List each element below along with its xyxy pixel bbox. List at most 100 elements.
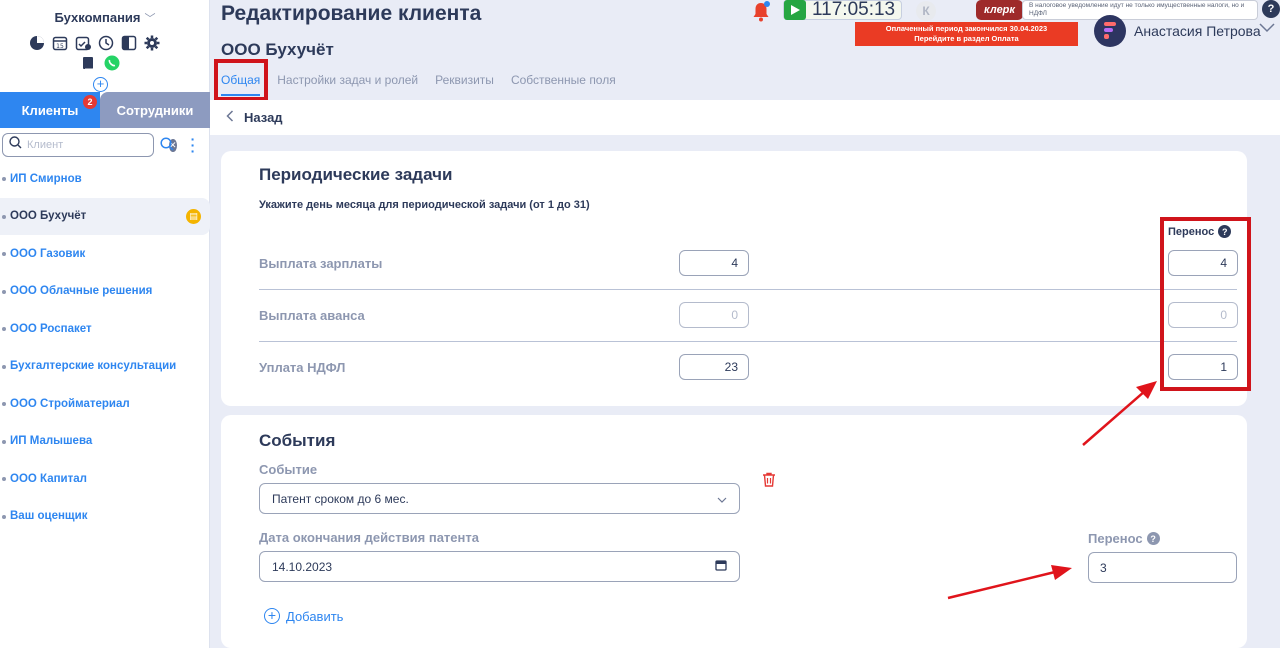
periodic-title: Периодические задачи — [259, 165, 453, 184]
client-name: Бухгалтерские консультации — [10, 360, 177, 373]
trash-icon[interactable] — [762, 472, 776, 492]
timer[interactable]: 117:05:13 — [783, 0, 903, 20]
client-item[interactable]: ООО Роспакет — [0, 310, 210, 348]
client-item[interactable]: Бухгалтерские консультации — [0, 348, 210, 386]
calendar-icon[interactable]: 15 — [52, 35, 68, 51]
client-name: ИП Малышева — [10, 435, 93, 448]
add-client-icon[interactable]: + — [93, 77, 108, 92]
contrast-icon[interactable] — [121, 35, 137, 51]
main-tabs: Общая Настройки задач и ролей Реквизиты … — [221, 70, 616, 96]
sidebar: Бухкомпания ﹀ 15 + Клиенты 2 Сотрудники … — [0, 0, 210, 648]
periodic-subtitle: Укажите день месяца для периодической за… — [259, 199, 590, 211]
calendar-icon[interactable] — [715, 559, 727, 574]
payment-banner-line1: Оплаченный период закончился 30.04.2023 — [885, 24, 1048, 33]
row-label: Выплата зарплаты — [259, 256, 383, 271]
back-button[interactable]: Назад — [210, 100, 1280, 135]
chevron-down-icon: ﹀ — [144, 13, 156, 25]
sidebar-tabs: Клиенты 2 Сотрудники — [0, 92, 210, 128]
tab-requisites[interactable]: Реквизиты — [435, 70, 494, 96]
client-search: ✕ — [2, 133, 177, 157]
sidebar-toolbar: 15 — [29, 35, 160, 51]
client-name: Ваш оценщик — [10, 510, 88, 523]
payment-banner[interactable]: Оплаченный период закончился 30.04.2023 … — [855, 22, 1078, 46]
client-item[interactable]: ООО Стройматериал — [0, 385, 210, 423]
pie-chart-icon[interactable] — [29, 35, 45, 51]
user-name[interactable]: Анастасия Петрова — [1134, 23, 1261, 39]
timer-value: 117:05:13 — [812, 0, 896, 20]
client-item[interactable]: ООО Облачные решения — [0, 273, 210, 311]
sidebar-toolbar-row2 — [80, 55, 120, 71]
client-item[interactable]: ИП Малышева — [0, 423, 210, 461]
event-select-value: Патент сроком до 6 мес. — [272, 491, 409, 506]
help-icon[interactable]: ? — [1146, 532, 1160, 545]
client-item[interactable]: ИП Смирнов — [0, 160, 210, 198]
date-label: Дата окончания действия патента — [259, 530, 479, 545]
company-selector[interactable]: Бухкомпания ﹀ — [0, 10, 210, 26]
klerk-logo[interactable]: клерк — [976, 0, 1023, 20]
client-name: ООО Бухучёт — [10, 210, 87, 223]
tab-staff[interactable]: Сотрудники — [100, 92, 210, 128]
search-icon — [9, 136, 22, 154]
client-name: ООО Облачные решения — [10, 285, 153, 298]
tab-clients[interactable]: Клиенты 2 — [0, 92, 100, 128]
tab-task-settings[interactable]: Настройки задач и ролей — [277, 70, 418, 96]
row-label: Уплата НДФЛ — [259, 360, 346, 375]
event-select[interactable]: Патент сроком до 6 мес. — [259, 483, 740, 514]
task-calendar-icon[interactable] — [75, 35, 91, 51]
date-input[interactable]: 14.10.2023 — [259, 551, 740, 582]
book-icon[interactable] — [80, 55, 96, 71]
document-badge-icon: ▤ — [186, 208, 201, 224]
news-notice[interactable]: В налоговое уведомление идут не только и… — [1022, 0, 1258, 20]
tab-clients-label: Клиенты — [21, 102, 79, 118]
back-label: Назад — [244, 110, 283, 125]
periodic-tasks-card: Периодические задачи Укажите день месяца… — [221, 151, 1247, 406]
k-logo-icon[interactable]: К — [916, 1, 936, 21]
event-perenos-input[interactable]: 3 — [1088, 552, 1237, 583]
client-name: ИП Смирнов — [10, 172, 82, 185]
play-icon[interactable] — [784, 0, 806, 20]
company-name: Бухкомпания — [54, 10, 141, 25]
day-input[interactable]: 23 — [679, 354, 749, 380]
whatsapp-icon[interactable] — [104, 55, 120, 71]
divider — [259, 289, 1237, 290]
chevron-left-icon — [226, 110, 234, 125]
svg-text:15: 15 — [56, 43, 64, 50]
clients-count-badge: 2 — [83, 95, 97, 109]
client-name-heading: ООО Бухучёт — [221, 40, 334, 59]
perenos-label-text: Перенос — [1088, 531, 1143, 546]
events-title: События — [259, 431, 336, 450]
client-item-active[interactable]: ООО Бухучёт ▤ — [0, 197, 210, 235]
divider — [259, 341, 1237, 342]
bell-icon[interactable] — [751, 1, 771, 28]
gear-icon[interactable] — [144, 35, 160, 51]
help-icon[interactable]: ? — [1262, 0, 1280, 18]
highlight-box — [1160, 217, 1251, 391]
avatar[interactable] — [1094, 15, 1126, 47]
client-list: ИП Смирнов ООО Бухучёт ▤ ООО Газовик ООО … — [0, 160, 210, 535]
payment-banner-line2: Перейдите в раздел Оплата — [914, 34, 1019, 43]
client-name: ООО Роспакет — [10, 322, 92, 335]
client-search-input[interactable] — [27, 139, 169, 151]
perenos-label: Перенос ? — [1088, 531, 1160, 546]
client-item[interactable]: ООО Капитал — [0, 460, 210, 498]
client-name: ООО Стройматериал — [10, 397, 130, 410]
search-button-icon[interactable] — [160, 137, 174, 156]
add-event-label: Добавить — [286, 608, 344, 624]
tab-staff-label: Сотрудники — [116, 102, 194, 118]
client-item[interactable]: ООО Газовик — [0, 235, 210, 273]
chevron-down-icon[interactable] — [1259, 20, 1275, 38]
more-options-icon[interactable]: · · · — [188, 132, 198, 158]
day-input[interactable]: 0 — [679, 302, 749, 328]
page-title: Редактирование клиента — [221, 2, 482, 25]
clock-icon[interactable] — [98, 35, 114, 51]
chevron-down-icon — [717, 492, 727, 506]
client-item[interactable]: Ваш оценщик — [0, 498, 210, 536]
tab-custom-fields[interactable]: Собственные поля — [511, 70, 616, 96]
day-input[interactable]: 4 — [679, 250, 749, 276]
client-name: ООО Капитал — [10, 472, 87, 485]
row-label: Выплата аванса — [259, 308, 365, 323]
events-card: События Событие Патент сроком до 6 мес. … — [221, 415, 1247, 648]
add-event-button[interactable]: + Добавить — [264, 608, 343, 624]
event-label: Событие — [259, 462, 318, 477]
plus-circle-icon: + — [264, 608, 280, 624]
